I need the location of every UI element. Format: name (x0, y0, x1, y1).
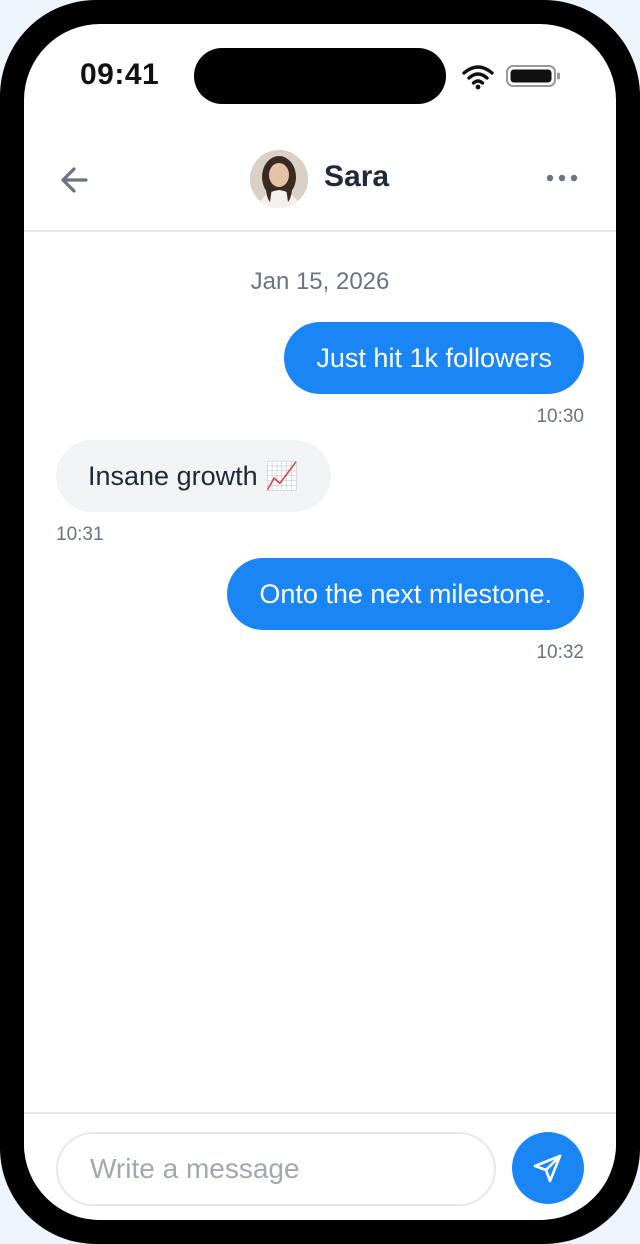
status-time: 09:41 (80, 58, 160, 91)
contact-name[interactable]: Sara (324, 160, 389, 194)
message-timestamp: 10:31 (56, 524, 104, 545)
back-arrow-icon[interactable] (54, 160, 98, 200)
avatar[interactable] (250, 150, 308, 208)
chat-header: Sara (24, 124, 616, 232)
message-timestamp: 10:30 (536, 406, 584, 427)
send-icon (533, 1154, 562, 1183)
message-bubble-outgoing[interactable]: Just hit 1k followers (284, 322, 584, 394)
chat-screen: 09:41 Sara Jan 15, 2026 Just hit 1k foll… (24, 24, 616, 1220)
avatar-image (250, 150, 308, 208)
message-bubble-incoming[interactable]: Insane growth 📈 (56, 440, 331, 512)
phone-frame: 09:41 Sara Jan 15, 2026 Just hit 1k foll… (0, 0, 640, 1244)
more-options-icon[interactable] (542, 166, 582, 190)
battery-icon (506, 65, 560, 87)
send-button[interactable] (512, 1132, 584, 1204)
wifi-icon (462, 65, 494, 90)
message-composer (24, 1112, 616, 1220)
message-input[interactable] (56, 1132, 496, 1206)
date-separator: Jan 15, 2026 (250, 268, 390, 295)
dynamic-island (194, 48, 446, 104)
status-bar: 09:41 (24, 24, 616, 124)
message-bubble-outgoing[interactable]: Onto the next milestone. (227, 558, 584, 630)
message-timestamp: 10:32 (536, 642, 584, 663)
